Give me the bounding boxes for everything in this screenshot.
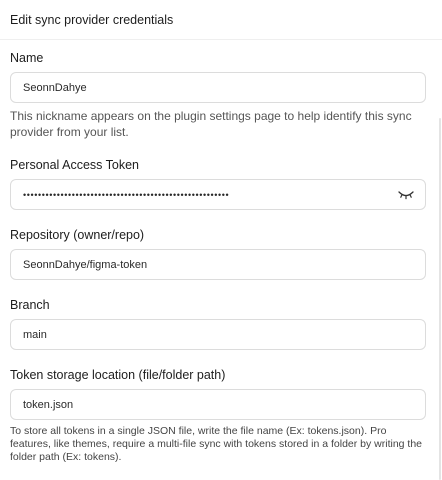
scrollbar[interactable] xyxy=(439,118,441,480)
name-input[interactable]: SeonnDahye xyxy=(10,72,426,103)
token-label: Personal Access Token xyxy=(10,158,140,172)
credentials-panel: Edit sync provider credentials Name Seon… xyxy=(0,0,442,480)
storage-help-text: To store all tokens in a single JSON fil… xyxy=(10,425,423,463)
panel-title: Edit sync provider credentials xyxy=(10,12,174,27)
branch-label: Branch xyxy=(10,298,50,312)
token-section: Personal Access Token ••••••••••••••••••… xyxy=(10,157,426,210)
name-label: Name xyxy=(10,51,44,65)
storage-input[interactable]: token.json xyxy=(10,389,426,420)
storage-label: Token storage location (file/folder path… xyxy=(10,368,226,382)
storage-section: Token storage location (file/folder path… xyxy=(10,367,426,464)
storage-input-value: token.json xyxy=(23,398,74,411)
eye-closed-icon[interactable] xyxy=(397,188,415,202)
repository-input-value: SeonnDahye/figma-token xyxy=(23,258,148,271)
name-section: Name SeonnDahye This nickname appears on… xyxy=(10,50,426,140)
repository-section: Repository (owner/repo) SeonnDahye/figma… xyxy=(10,227,426,280)
panel-header: Edit sync provider credentials xyxy=(0,0,442,40)
repository-input[interactable]: SeonnDahye/figma-token xyxy=(10,249,426,280)
form: Name SeonnDahye This nickname appears on… xyxy=(0,50,442,464)
branch-section: Branch main xyxy=(10,297,426,350)
repository-label: Repository (owner/repo) xyxy=(10,228,145,242)
branch-input-value: main xyxy=(23,328,47,341)
token-input[interactable]: ••••••••••••••••••••••••••••••••••••••••… xyxy=(10,179,426,210)
token-input-value: ••••••••••••••••••••••••••••••••••••••••… xyxy=(23,189,230,200)
name-input-value: SeonnDahye xyxy=(23,81,87,94)
name-help-text: This nickname appears on the plugin sett… xyxy=(10,109,412,139)
branch-input[interactable]: main xyxy=(10,319,426,350)
